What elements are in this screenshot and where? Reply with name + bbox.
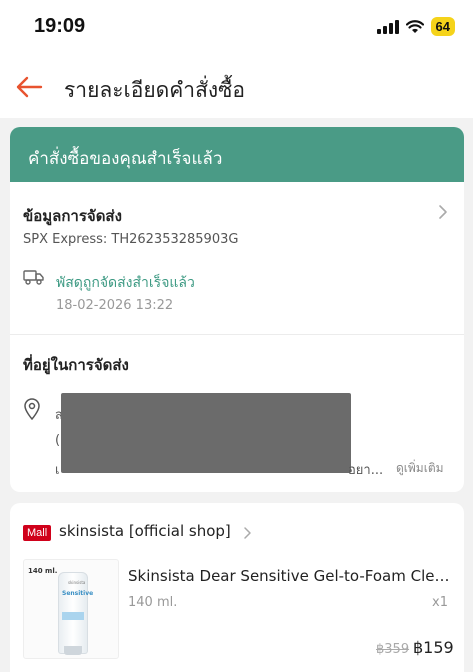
header-bar: รายละเอียดคำสั่งซื้อ bbox=[0, 56, 473, 118]
signal-icon bbox=[376, 19, 399, 34]
thumbnail-brand: skinsista bbox=[68, 580, 86, 585]
shipping-address-section: ที่อยู่ในการจัดส่ง ส ( เ อยา... ดูเพิ่มเ… bbox=[10, 335, 464, 492]
battery-indicator: 64 bbox=[430, 17, 455, 36]
order-status-card: คำสั่งซื้อของคุณสำเร็จแล้ว ข้อมูลการจัดส… bbox=[10, 127, 464, 492]
wifi-icon bbox=[405, 19, 424, 33]
mall-badge: Mall bbox=[23, 525, 52, 541]
address-redaction bbox=[61, 393, 351, 473]
location-pin-icon bbox=[24, 398, 40, 420]
thumbnail-size-label: 140 ml. bbox=[28, 567, 58, 575]
address-truncated-tail: อยา... bbox=[348, 463, 384, 478]
tube-label: Sensitive bbox=[62, 590, 94, 597]
sale-price: ฿159 bbox=[413, 638, 454, 657]
product-name[interactable]: Skinsista Dear Sensitive Gel-to-Foam Cle… bbox=[128, 567, 458, 585]
product-thumbnail[interactable]: 140 ml. skinsista Sensitive bbox=[23, 559, 119, 659]
original-price: ฿359 bbox=[376, 642, 410, 657]
order-product-card: Mall skinsista [official shop] 140 ml. s… bbox=[10, 503, 464, 672]
shipping-info-section[interactable]: ข้อมูลการจัดส่ง SPX Express: TH262353285… bbox=[10, 182, 464, 334]
back-arrow-icon bbox=[16, 76, 43, 98]
address-line-2: ( bbox=[55, 433, 61, 448]
tube-stripe bbox=[62, 612, 84, 620]
status-icons: 64 bbox=[376, 17, 455, 36]
shipping-address-title: ที่อยู่ในการจัดส่ง bbox=[23, 356, 129, 374]
page-title: รายละเอียดคำสั่งซื้อ bbox=[64, 78, 246, 102]
product-variant: 140 ml. bbox=[128, 595, 178, 610]
address-line-3: เ bbox=[55, 463, 60, 478]
see-more-link[interactable]: ดูเพิ่มเติม bbox=[396, 459, 444, 478]
status-bar: 19:09 64 bbox=[0, 0, 473, 56]
status-time: 19:09 bbox=[34, 15, 86, 37]
delivery-timestamp: 18-02-2026 13:22 bbox=[56, 298, 174, 313]
tracking-number: SPX Express: TH262353285903G bbox=[23, 232, 239, 247]
shipping-info-title: ข้อมูลการจัดส่ง bbox=[23, 207, 122, 225]
tube-cap bbox=[64, 646, 82, 655]
chevron-right-icon[interactable] bbox=[438, 204, 448, 220]
delivery-status: พัสดุถูกจัดส่งสำเร็จแล้ว bbox=[56, 275, 195, 291]
back-button[interactable] bbox=[12, 70, 46, 104]
order-complete-banner: คำสั่งซื้อของคุณสำเร็จแล้ว bbox=[10, 127, 464, 182]
shop-name-link[interactable]: skinsista [official shop] bbox=[59, 522, 231, 540]
truck-icon bbox=[23, 270, 44, 285]
product-quantity: x1 bbox=[432, 595, 448, 610]
chevron-right-icon[interactable] bbox=[243, 526, 252, 540]
